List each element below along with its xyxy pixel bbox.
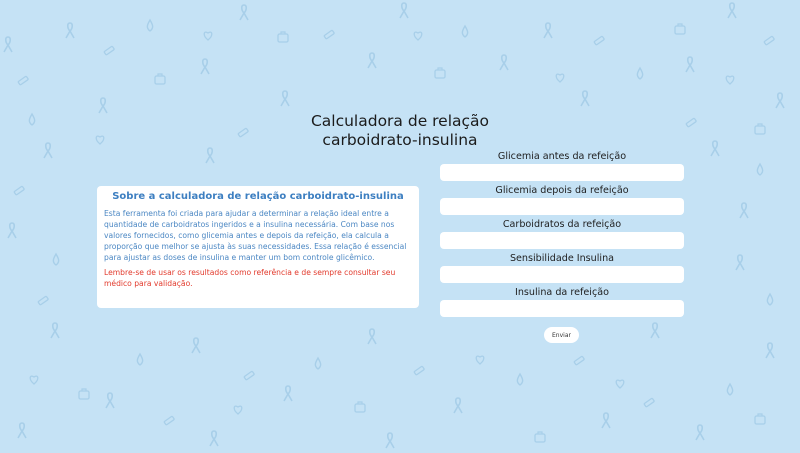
info-card-description: Esta ferramenta foi criada para ajudar a… [104, 209, 407, 262]
info-card-warning: Lembre-se de usar os resultados como ref… [104, 268, 396, 288]
calculator-form: Glicemia antes da refeição Glicemia depo… [440, 150, 684, 320]
field-label-carboidratos: Carboidratos da refeição [502, 219, 622, 230]
field-sensibilidade: Sensibilidade Insulina [440, 252, 684, 283]
info-card-title: Sobre a calculadora de relação carboidra… [112, 191, 404, 202]
field-carboidratos: Carboidratos da refeição [440, 218, 684, 249]
sensibilidade-input[interactable] [440, 266, 684, 283]
field-label-insulina: Insulina da refeição [515, 287, 609, 298]
field-glicemia-antes: Glicemia antes da refeição [440, 150, 684, 181]
page-title: Calculadora de relação carboidrato-insul… [250, 112, 550, 150]
field-label-sensibilidade: Sensibilidade Insulina [509, 253, 615, 264]
submit-button[interactable]: Enviar [544, 327, 579, 343]
glicemia-antes-input[interactable] [440, 164, 684, 181]
info-card: Sobre a calculadora de relação carboidra… [97, 186, 419, 308]
carboidratos-input[interactable] [440, 232, 684, 249]
page-title-line-1: Calculadora de relação [310, 112, 490, 130]
field-glicemia-depois: Glicemia depois da refeição [440, 184, 684, 215]
field-label-glicemia-depois: Glicemia depois da refeição [495, 185, 629, 196]
glicemia-depois-input[interactable] [440, 198, 684, 215]
field-insulina: Insulina da refeição [440, 286, 684, 317]
page-title-line-2: carboidrato-insulina [322, 131, 478, 149]
insulina-input[interactable] [440, 300, 684, 317]
field-label-glicemia-antes: Glicemia antes da refeição [497, 151, 627, 162]
